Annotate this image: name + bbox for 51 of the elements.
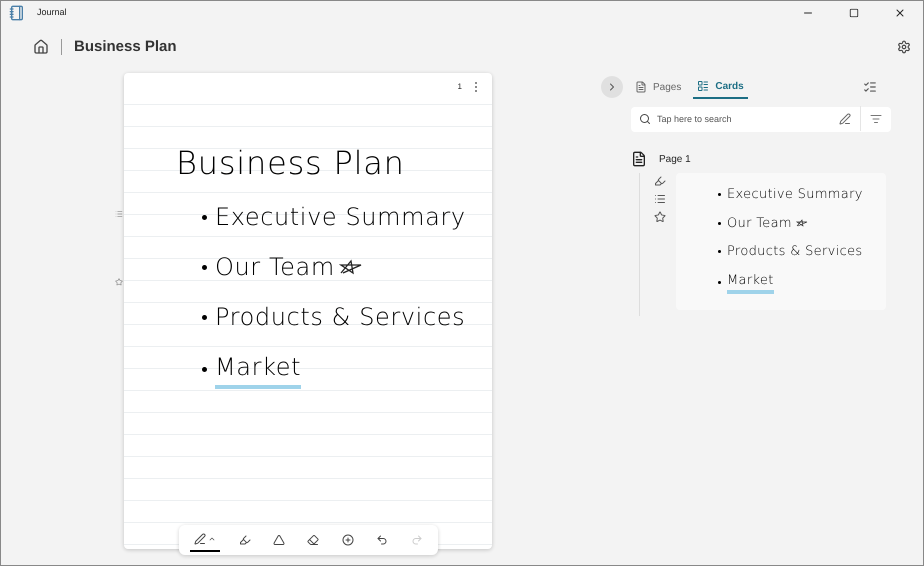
- bullet-icon: [202, 214, 207, 220]
- handwritten-text: Our Team: [215, 252, 335, 283]
- highlighter-icon: [238, 534, 251, 546]
- handwritten-text: Our Team: [727, 214, 792, 232]
- panel-tab[interactable]: Cards: [693, 75, 748, 99]
- app-icon: [9, 5, 25, 21]
- bullet-icon: [202, 264, 207, 270]
- page-title: Business Plan: [74, 36, 177, 57]
- add-icon: [342, 534, 354, 546]
- bullet-icon: [202, 314, 207, 320]
- page-number: 1: [458, 81, 462, 93]
- handwritten-text: Market: [215, 349, 302, 389]
- page-card[interactable]: Executive Summary Our Team Products & Services Market: [676, 173, 886, 310]
- handwritten-text: Executive Summary: [215, 202, 466, 233]
- more-button[interactable]: [474, 81, 478, 93]
- panel-tab[interactable]: Pages: [631, 75, 686, 99]
- pen-icon: [194, 533, 206, 545]
- collapse-panel-button[interactable]: [601, 76, 623, 98]
- search-icon: [639, 113, 651, 125]
- redo-icon: [410, 534, 423, 546]
- list-marker-icon[interactable]: [115, 209, 123, 219]
- window-title: Journal: [37, 6, 67, 20]
- cards-icon: [697, 80, 710, 92]
- handwritten-title: Business Plan: [176, 143, 406, 184]
- filter-icon[interactable]: [870, 113, 882, 125]
- bullet-icon: [718, 280, 721, 284]
- highlighter-icon[interactable]: [654, 175, 666, 187]
- page-icon: [631, 151, 647, 167]
- page-entry-title[interactable]: Page 1: [659, 152, 691, 166]
- eraser-icon: [307, 534, 320, 546]
- search-field[interactable]: Tap here to search: [631, 106, 891, 132]
- undo-icon: [376, 534, 388, 546]
- caret-icon: [208, 535, 216, 543]
- handwritten-text: Products & Services: [215, 302, 466, 333]
- close-icon: [894, 7, 906, 19]
- star-marker-icon[interactable]: [115, 277, 123, 287]
- bullet-icon: [718, 193, 721, 196]
- bullet-icon: [718, 250, 721, 254]
- handwritten-text: Executive Summary: [727, 186, 863, 204]
- handwritten-text: Products & Services: [727, 243, 863, 261]
- page-icon: [635, 81, 647, 93]
- bullet-icon: [202, 366, 207, 372]
- lasso-icon: [273, 534, 286, 546]
- star-icon[interactable]: [654, 211, 666, 223]
- bullet-icon: [718, 222, 721, 225]
- star-scribble-icon: [338, 259, 363, 275]
- maximize-icon: [849, 8, 859, 18]
- star-scribble-icon: [796, 219, 808, 228]
- handwritten-text: Market: [727, 270, 774, 294]
- settings-icon[interactable]: [897, 40, 911, 54]
- ink-search-icon[interactable]: [839, 113, 851, 125]
